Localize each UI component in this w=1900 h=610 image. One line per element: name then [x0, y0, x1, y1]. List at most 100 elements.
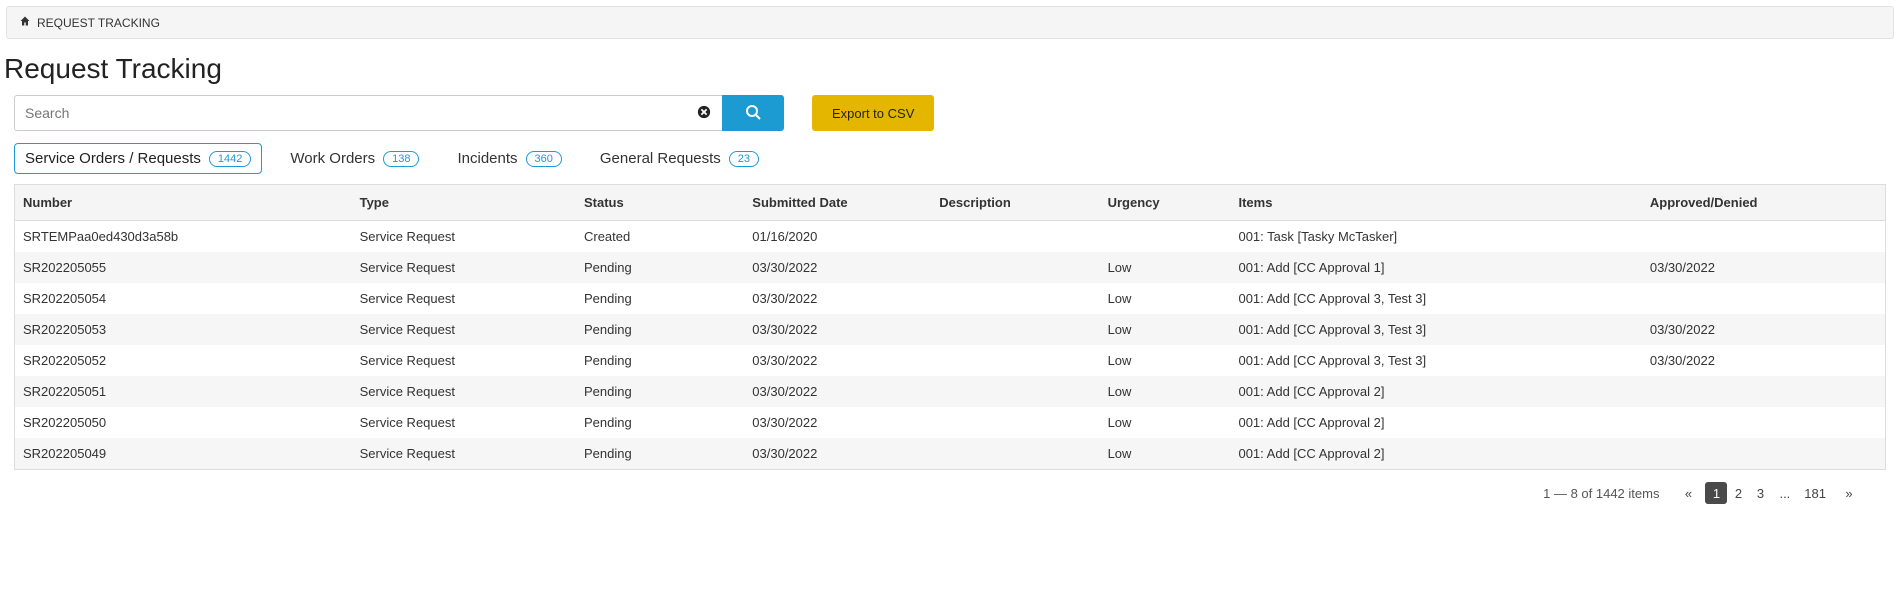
pagination-ellipsis: ...: [1777, 486, 1792, 501]
cell-items: 001: Add [CC Approval 1]: [1230, 252, 1641, 283]
cell-urgency: Low: [1100, 345, 1231, 376]
cell-number: SRTEMPaa0ed430d3a58b: [15, 221, 352, 253]
cell-submitted: 03/30/2022: [744, 376, 931, 407]
col-description[interactable]: Description: [931, 185, 1099, 221]
tab-incidents[interactable]: Incidents360: [447, 143, 571, 174]
cell-approved: [1642, 407, 1885, 438]
cell-urgency: Low: [1100, 407, 1231, 438]
cell-number: SR202205054: [15, 283, 352, 314]
cell-approved: [1642, 221, 1885, 253]
table-body: SRTEMPaa0ed430d3a58bService RequestCreat…: [15, 221, 1885, 470]
clear-icon: [697, 105, 711, 122]
search-button[interactable]: [722, 95, 784, 131]
tab-service-orders-requests[interactable]: Service Orders / Requests 1442: [14, 143, 262, 174]
cell-submitted: 01/16/2020: [744, 221, 931, 253]
tabs: Service Orders / Requests 1442 Work Orders…: [0, 143, 1900, 174]
cell-approved: [1642, 438, 1885, 469]
cell-type: Service Request: [352, 252, 576, 283]
cell-status: Pending: [576, 252, 744, 283]
table-row[interactable]: SR202205054Service RequestPending03/30/2…: [15, 283, 1885, 314]
cell-approved: 03/30/2022: [1642, 314, 1885, 345]
cell-type: Service Request: [352, 345, 576, 376]
table-row[interactable]: SR202205052Service RequestPending03/30/2…: [15, 345, 1885, 376]
search-icon: [745, 104, 761, 123]
page-next-button[interactable]: »: [1838, 482, 1860, 504]
cell-urgency: Low: [1100, 376, 1231, 407]
cell-items: 001: Add [CC Approval 3, Test 3]: [1230, 283, 1641, 314]
page-last-number-button[interactable]: 181: [1798, 482, 1832, 504]
cell-approved: 03/30/2022: [1642, 345, 1885, 376]
breadcrumb[interactable]: REQUEST TRACKING: [6, 6, 1894, 39]
cell-approved: [1642, 283, 1885, 314]
search-group: [14, 95, 784, 131]
cell-description: [931, 438, 1099, 469]
cell-description: [931, 345, 1099, 376]
tab-count-badge: 1442: [209, 151, 251, 167]
tab-count-badge: 138: [383, 151, 419, 167]
cell-submitted: 03/30/2022: [744, 252, 931, 283]
tab-label: General Requests: [600, 150, 721, 167]
breadcrumb-label: REQUEST TRACKING: [37, 16, 160, 30]
export-csv-button[interactable]: Export to CSV: [812, 95, 934, 131]
tab-work-orders[interactable]: Work Orders138: [280, 143, 429, 174]
cell-description: [931, 376, 1099, 407]
search-row: Export to CSV: [0, 95, 1900, 131]
cell-status: Pending: [576, 314, 744, 345]
cell-items: 001: Add [CC Approval 2]: [1230, 376, 1641, 407]
cell-type: Service Request: [352, 283, 576, 314]
cell-number: SR202205051: [15, 376, 352, 407]
cell-items: 001: Add [CC Approval 2]: [1230, 438, 1641, 469]
cell-submitted: 03/30/2022: [744, 345, 931, 376]
table-row[interactable]: SR202205050Service RequestPending03/30/2…: [15, 407, 1885, 438]
cell-urgency: [1100, 221, 1231, 253]
cell-submitted: 03/30/2022: [744, 438, 931, 469]
col-status[interactable]: Status: [576, 185, 744, 221]
cell-status: Pending: [576, 438, 744, 469]
cell-items: 001: Add [CC Approval 3, Test 3]: [1230, 345, 1641, 376]
cell-urgency: Low: [1100, 314, 1231, 345]
cell-status: Pending: [576, 407, 744, 438]
cell-description: [931, 252, 1099, 283]
cell-status: Pending: [576, 345, 744, 376]
col-number[interactable]: Number: [15, 185, 352, 221]
cell-urgency: Low: [1100, 283, 1231, 314]
table-row[interactable]: SR202205049Service RequestPending03/30/2…: [15, 438, 1885, 469]
data-table-wrap: NumberTypeStatusSubmitted DateDescriptio…: [14, 184, 1886, 470]
table-row[interactable]: SRTEMPaa0ed430d3a58bService RequestCreat…: [15, 221, 1885, 253]
cell-description: [931, 221, 1099, 253]
col-items[interactable]: Items: [1230, 185, 1641, 221]
table-row[interactable]: SR202205051Service RequestPending03/30/2…: [15, 376, 1885, 407]
cell-items: 001: Add [CC Approval 3, Test 3]: [1230, 314, 1641, 345]
tab-label: Incidents: [457, 150, 517, 167]
cell-urgency: Low: [1100, 252, 1231, 283]
home-icon: [19, 15, 31, 30]
table-row[interactable]: SR202205055Service RequestPending03/30/2…: [15, 252, 1885, 283]
data-table: NumberTypeStatusSubmitted DateDescriptio…: [15, 185, 1885, 469]
page-button-2[interactable]: 2: [1727, 482, 1749, 504]
cell-number: SR202205055: [15, 252, 352, 283]
tab-general-requests[interactable]: General Requests 23: [590, 143, 769, 174]
cell-type: Service Request: [352, 376, 576, 407]
cell-description: [931, 314, 1099, 345]
tab-count-badge: 23: [729, 151, 759, 167]
table-row[interactable]: SR202205053Service RequestPending03/30/2…: [15, 314, 1885, 345]
cell-number: SR202205049: [15, 438, 352, 469]
col-urgency[interactable]: Urgency: [1100, 185, 1231, 221]
cell-number: SR202205053: [15, 314, 352, 345]
table-header-row: NumberTypeStatusSubmitted DateDescriptio…: [15, 185, 1885, 221]
col-approved-denied[interactable]: Approved/Denied: [1642, 185, 1885, 221]
page-button-3[interactable]: 3: [1749, 482, 1771, 504]
col-type[interactable]: Type: [352, 185, 576, 221]
cell-type: Service Request: [352, 438, 576, 469]
tab-label: Service Orders / Requests: [25, 150, 201, 167]
page-first-button[interactable]: «: [1677, 482, 1699, 504]
clear-button[interactable]: [686, 95, 722, 131]
cell-type: Service Request: [352, 407, 576, 438]
search-input[interactable]: [14, 95, 686, 131]
page-title: Request Tracking: [4, 53, 1900, 85]
page-button-1[interactable]: 1: [1705, 482, 1727, 504]
cell-type: Service Request: [352, 221, 576, 253]
pagination-summary: 1 — 8 of 1442 items: [1543, 486, 1659, 501]
col-submitted-date[interactable]: Submitted Date: [744, 185, 931, 221]
cell-submitted: 03/30/2022: [744, 407, 931, 438]
